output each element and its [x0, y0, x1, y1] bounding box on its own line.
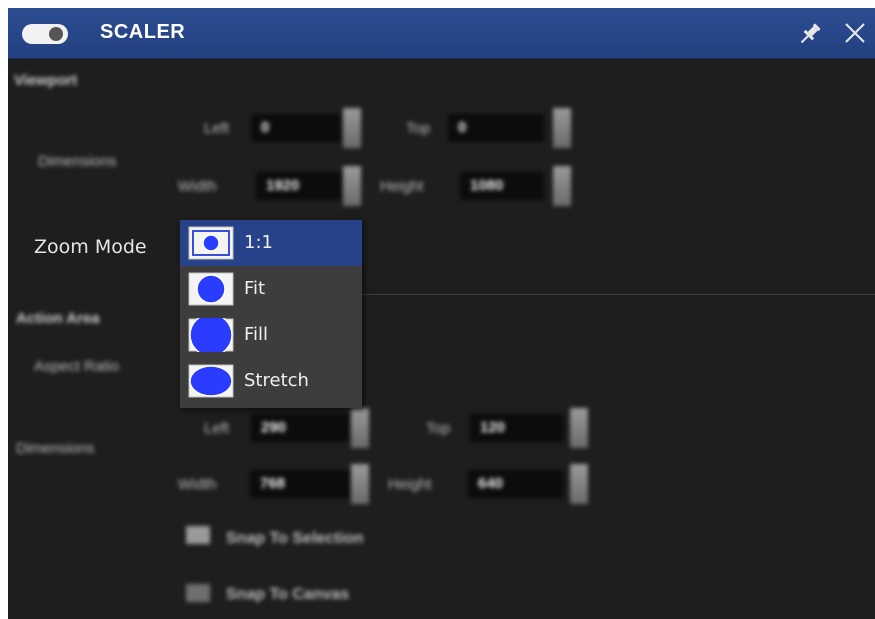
viewport-width-stepper[interactable]	[343, 166, 361, 206]
close-icon[interactable]	[840, 18, 870, 48]
scaler-panel: SCALER Viewport Dimensions Left 0 Top 0 …	[8, 8, 875, 619]
viewport-height-input[interactable]: 1080	[460, 172, 544, 200]
action-area-heading: Action Area	[16, 310, 100, 327]
zoom-1to1-icon	[188, 226, 234, 260]
toggle-knob	[49, 27, 63, 41]
zoom-option-fill[interactable]: Fill	[180, 312, 362, 358]
enable-toggle[interactable]	[22, 24, 68, 44]
zoom-fit-icon	[188, 272, 234, 306]
action-height-input[interactable]: 640	[468, 470, 564, 498]
action-width-stepper[interactable]	[351, 464, 369, 504]
zoom-option-label: 1:1	[244, 232, 273, 253]
viewport-width-label: Width	[178, 178, 217, 195]
viewport-height-label: Height	[380, 178, 424, 195]
viewport-heading: Viewport	[14, 72, 78, 89]
pin-icon[interactable]	[796, 20, 824, 48]
pin-icon-svg	[800, 23, 821, 44]
snap-to-canvas-button[interactable]: Snap To Canvas	[226, 586, 349, 604]
action-top-label: Top	[426, 420, 451, 437]
viewport-top-input[interactable]: 0	[448, 114, 544, 142]
section-divider	[358, 294, 875, 295]
viewport-height-stepper[interactable]	[553, 166, 571, 206]
zoom-mode-label: Zoom Mode	[34, 236, 147, 258]
action-left-label: Left	[204, 420, 230, 437]
viewport-left-stepper[interactable]	[343, 108, 361, 148]
zoom-option-1to1[interactable]: 1:1	[180, 220, 362, 266]
zoom-option-label: Stretch	[244, 370, 309, 391]
action-left-input[interactable]: 290	[251, 414, 349, 442]
panel-title: SCALER	[100, 21, 186, 43]
zoom-option-stretch[interactable]: Stretch	[180, 358, 362, 404]
snap-selection-icon	[186, 526, 210, 544]
action-height-stepper[interactable]	[570, 464, 588, 504]
zoom-fill-icon	[188, 313, 234, 357]
action-top-stepper[interactable]	[570, 408, 588, 448]
action-width-label: Width	[178, 476, 217, 493]
zoom-option-label: Fill	[244, 324, 269, 345]
zoom-mode-dropdown[interactable]: 1:1 Fit Fill Stretch	[180, 220, 362, 408]
viewport-top-stepper[interactable]	[553, 108, 571, 148]
viewport-left-input[interactable]: 0	[251, 114, 341, 142]
snap-to-selection-button[interactable]: Snap To Selection	[226, 530, 364, 548]
title-bar: SCALER	[8, 8, 875, 59]
action-area-dimensions-label: Dimensions	[16, 440, 95, 457]
viewport-top-label: Top	[406, 120, 431, 137]
action-height-label: Height	[388, 476, 432, 493]
action-width-input[interactable]: 768	[250, 470, 350, 498]
action-left-stepper[interactable]	[351, 408, 369, 448]
aspect-ratio-label: Aspect Ratio	[34, 358, 120, 375]
viewport-width-input[interactable]: 1920	[256, 172, 342, 200]
viewport-left-label: Left	[204, 120, 230, 137]
zoom-stretch-icon	[188, 364, 234, 398]
action-top-input[interactable]: 120	[470, 414, 564, 442]
snap-canvas-icon	[186, 584, 210, 602]
zoom-option-label: Fit	[244, 278, 266, 299]
close-icon-svg	[845, 23, 865, 43]
zoom-option-fit[interactable]: Fit	[180, 266, 362, 312]
viewport-dimensions-label: Dimensions	[38, 153, 117, 170]
